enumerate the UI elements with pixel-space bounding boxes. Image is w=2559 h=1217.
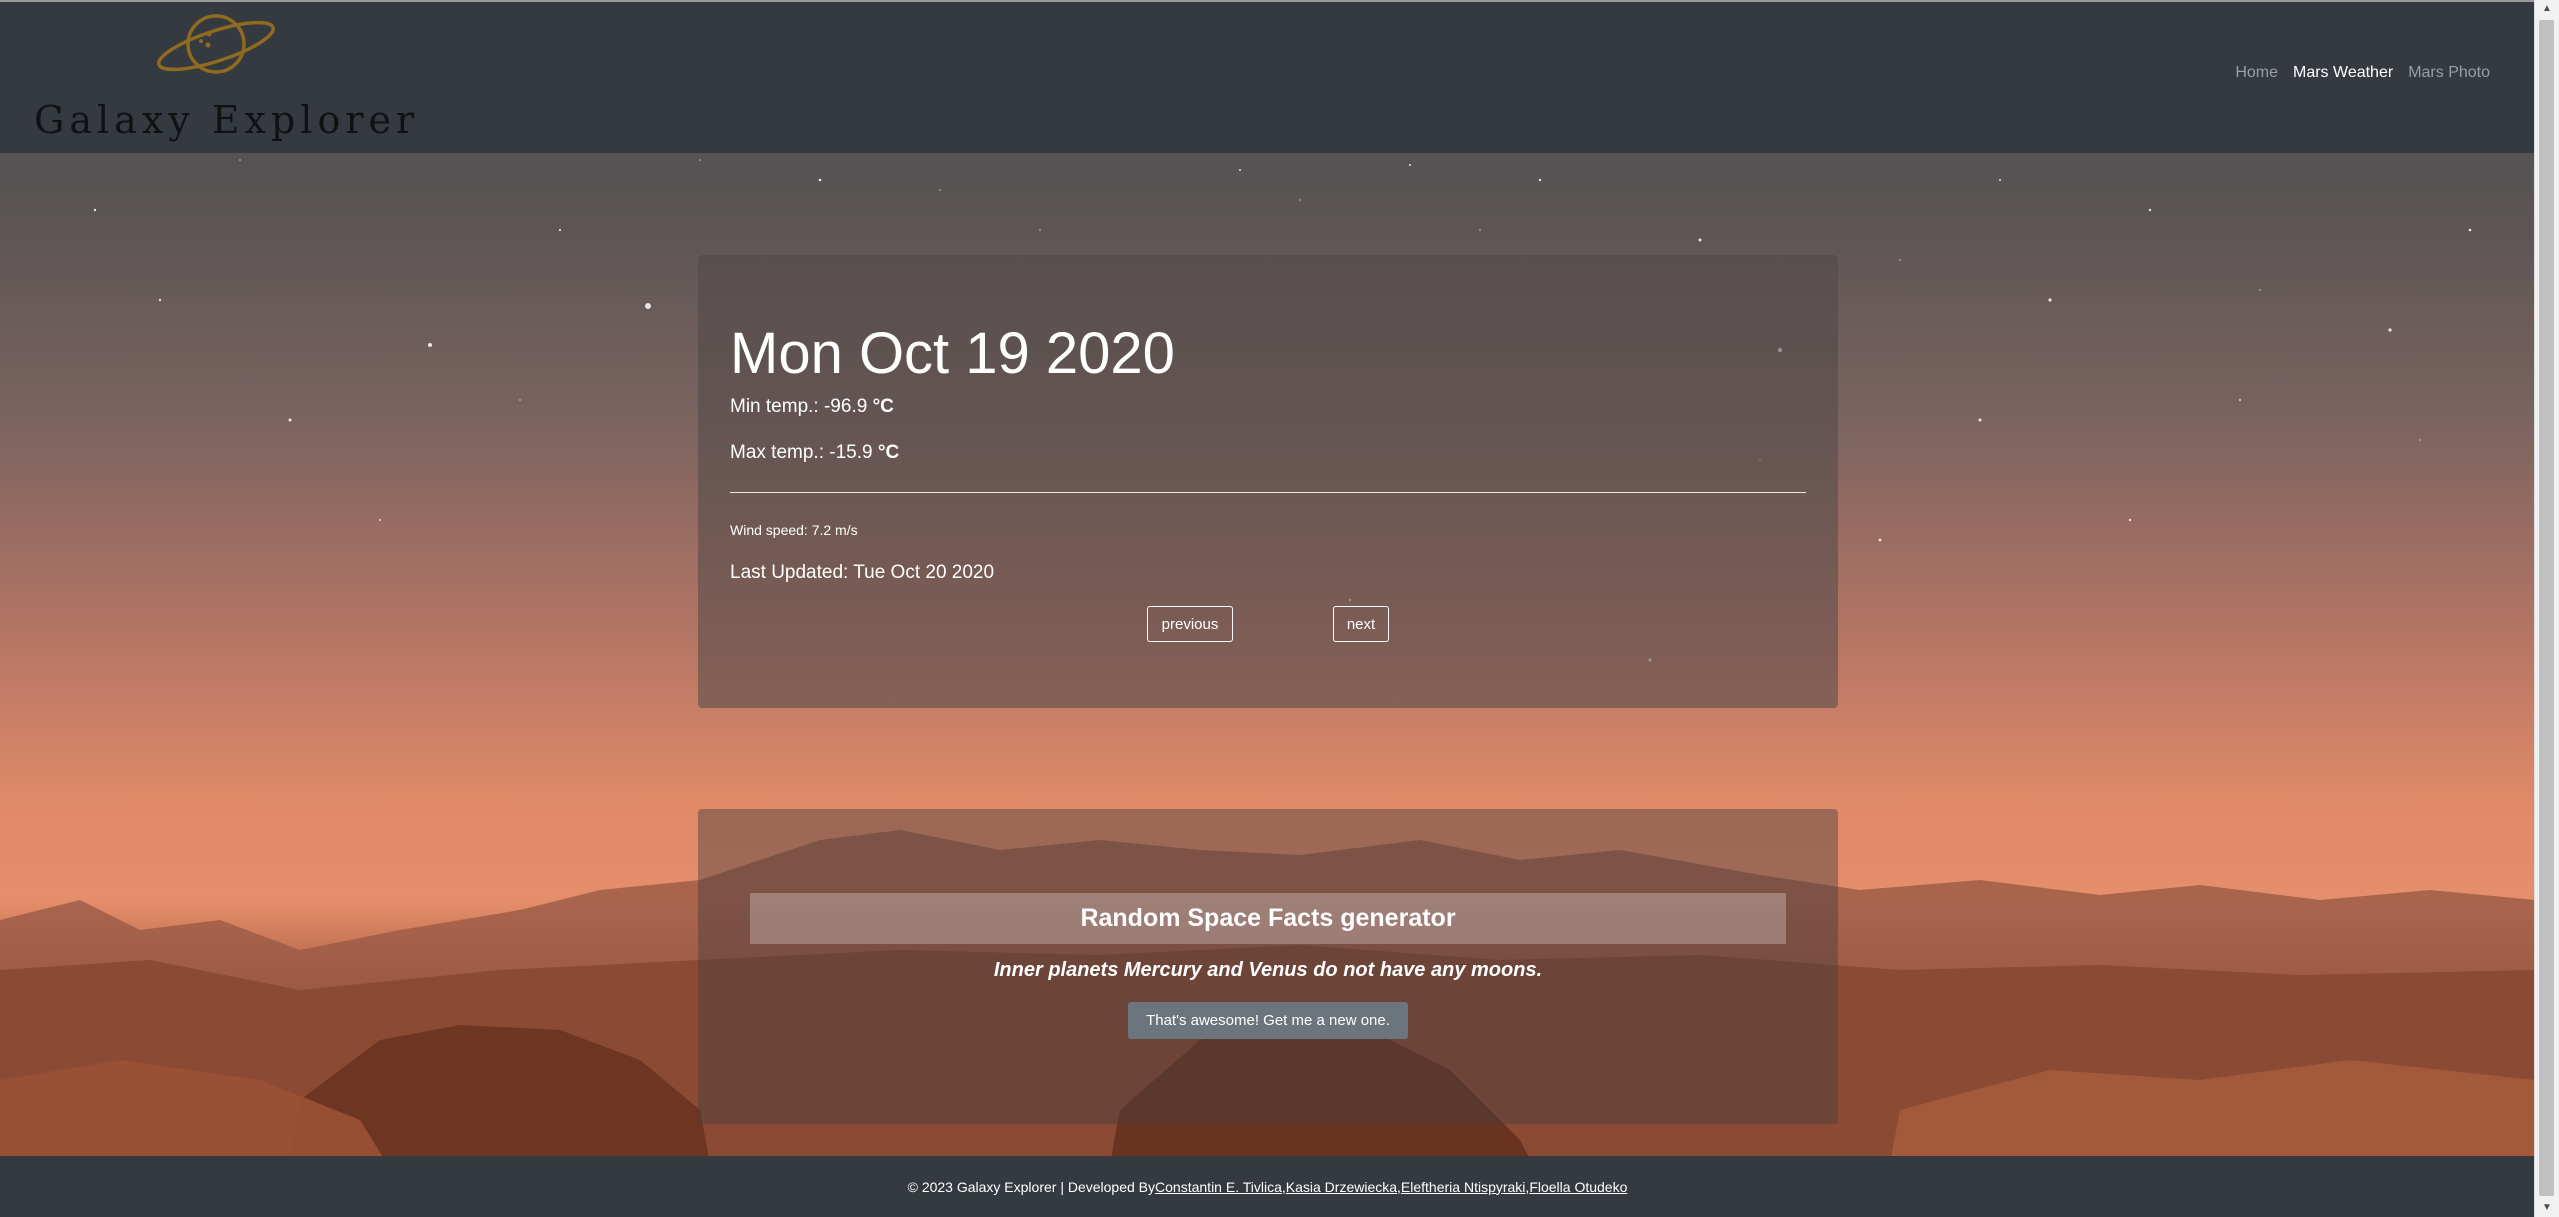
- nav-links: Home Mars Weather Mars Photo: [2235, 64, 2490, 82]
- weather-card: Mon Oct 19 2020 Min temp.: -96.9 °C Max …: [698, 255, 1838, 708]
- top-navbar: Galaxy Explorer Home Mars Weather Mars P…: [0, 0, 2535, 153]
- previous-button[interactable]: previous: [1147, 606, 1233, 642]
- facts-title: Random Space Facts generator: [1080, 904, 1456, 932]
- min-temp-value: -96.9: [823, 396, 868, 417]
- ringed-planet-icon: [156, 14, 276, 74]
- next-button[interactable]: next: [1333, 606, 1389, 642]
- last-updated: Last Updated: Tue Oct 20 2020: [730, 562, 995, 583]
- scroll-down-icon[interactable]: ▼: [2535, 1199, 2559, 1217]
- developer-link[interactable]: Constantin E. Tivlica: [1155, 1179, 1282, 1195]
- max-temp-value: -15.9: [829, 442, 873, 463]
- max-temp: Max temp.: -15.9 °C: [730, 442, 899, 464]
- developer-link[interactable]: Kasia Drzewiecka: [1286, 1179, 1397, 1195]
- facts-title-bar: Random Space Facts generator: [750, 893, 1786, 944]
- min-temp: Min temp.: -96.9 °C: [730, 396, 894, 418]
- fact-text: Inner planets Mercury and Venus do not h…: [993, 959, 1543, 981]
- nav-link-mars-weather[interactable]: Mars Weather: [2293, 64, 2393, 82]
- max-temp-label: Max temp.:: [730, 442, 830, 463]
- weather-date: Mon Oct 19 2020: [730, 321, 1175, 386]
- nav-link-home[interactable]: Home: [2235, 64, 2278, 82]
- developer-link[interactable]: Floella Otudeko: [1529, 1179, 1627, 1195]
- footer: © 2023 Galaxy Explorer | Developed By Co…: [0, 1156, 2535, 1217]
- wind-speed: Wind speed: 7.2 m/s: [730, 522, 858, 538]
- vertical-scrollbar[interactable]: ▲ ▼: [2534, 0, 2559, 1217]
- divider: [730, 492, 1806, 493]
- space-facts-card: Random Space Facts generator Inner plane…: [698, 809, 1838, 1124]
- min-temp-unit: °C: [872, 396, 894, 417]
- footer-copyright: © 2023 Galaxy Explorer | Developed By: [907, 1178, 1156, 1195]
- max-temp-unit: °C: [877, 442, 900, 463]
- scrollbar-thumb[interactable]: [2539, 20, 2554, 1196]
- scroll-up-icon[interactable]: ▲: [2535, 0, 2559, 18]
- min-temp-label: Min temp.:: [730, 396, 824, 417]
- nav-link-mars-photo[interactable]: Mars Photo: [2408, 64, 2490, 82]
- new-fact-button[interactable]: That's awesome! Get me a new one.: [1128, 1002, 1408, 1039]
- brand-name: Galaxy Explorer: [34, 98, 420, 142]
- developer-link[interactable]: Eleftheria Ntispyraki: [1401, 1179, 1526, 1195]
